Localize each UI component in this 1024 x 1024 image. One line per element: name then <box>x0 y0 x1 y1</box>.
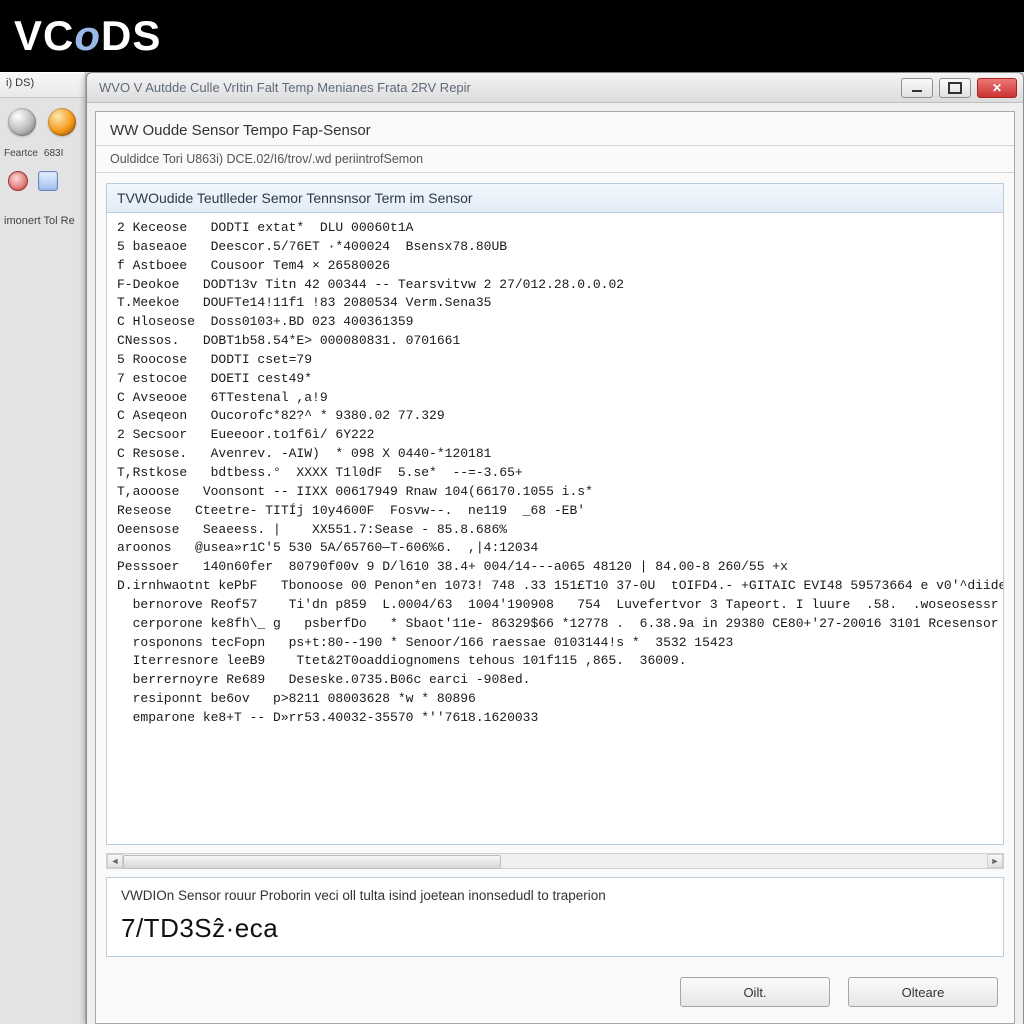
main-window: WVO V Autdde Culle VrItin Falt Temp Meni… <box>86 72 1024 1024</box>
section-title: WW Oudde Sensor Tempo Fap-Sensor <box>96 112 1014 146</box>
scroll-left-icon[interactable]: ◄ <box>107 854 123 868</box>
strip-label-2: 683I <box>44 148 63 159</box>
minimize-button[interactable] <box>901 78 933 98</box>
status-code: 7/TD3Sẑ·eca <box>121 913 989 944</box>
section-subpath: Ouldidce Tori U863i) DCE.02/I6/trov/.wd … <box>96 146 1014 173</box>
client-area: WW Oudde Sensor Tempo Fap-Sensor Ouldidc… <box>95 111 1015 1024</box>
status-panel: VWDIOn Sensor rouur Proborin veci oll tu… <box>106 877 1004 957</box>
close-button[interactable] <box>977 78 1017 98</box>
maximize-button[interactable] <box>939 78 971 98</box>
app-brand-bar: VCoDS <box>0 0 1024 72</box>
log-panel-title: TVWOudide Teutlleder Semor Tennsnsor Ter… <box>106 183 1004 212</box>
close-dialog-button[interactable]: Olteare <box>848 977 998 1007</box>
log-output: 2 Keceose DODTI extat* DLU 00060t1A 5 ba… <box>106 212 1004 845</box>
window-title: WVO V Autdde Culle VrItin Falt Temp Meni… <box>99 80 901 95</box>
brand-text: VCoDS <box>14 12 161 60</box>
strip-small-icons <box>0 161 85 201</box>
scroll-right-icon[interactable]: ► <box>987 854 1003 868</box>
strip-icon-row <box>0 98 85 146</box>
window-buttons <box>901 78 1017 98</box>
status-message: VWDIOn Sensor rouur Proborin veci oll tu… <box>121 888 989 903</box>
ok-button[interactable]: Oilt. <box>680 977 830 1007</box>
strip-tab[interactable]: i) DS) <box>0 72 85 98</box>
dialog-buttons: Oilt. Olteare <box>96 965 1014 1023</box>
strip-labels: Feartce 683I <box>0 146 85 161</box>
horizontal-scrollbar[interactable]: ◄ ► <box>106 853 1004 869</box>
desktop-area: i) DS) Feartce 683I imonert Tol Re WVO V… <box>0 72 1024 1024</box>
strip-side-label: imonert Tol Re <box>0 201 85 227</box>
left-tool-strip: i) DS) Feartce 683I imonert Tol Re <box>0 72 86 1024</box>
note-icon[interactable] <box>38 171 58 191</box>
window-titlebar[interactable]: WVO V Autdde Culle VrItin Falt Temp Meni… <box>87 73 1023 103</box>
record-icon[interactable] <box>8 171 28 191</box>
gauge-icon[interactable] <box>8 108 36 136</box>
strip-label-1: Feartce <box>4 148 38 159</box>
warning-icon[interactable] <box>48 108 76 136</box>
